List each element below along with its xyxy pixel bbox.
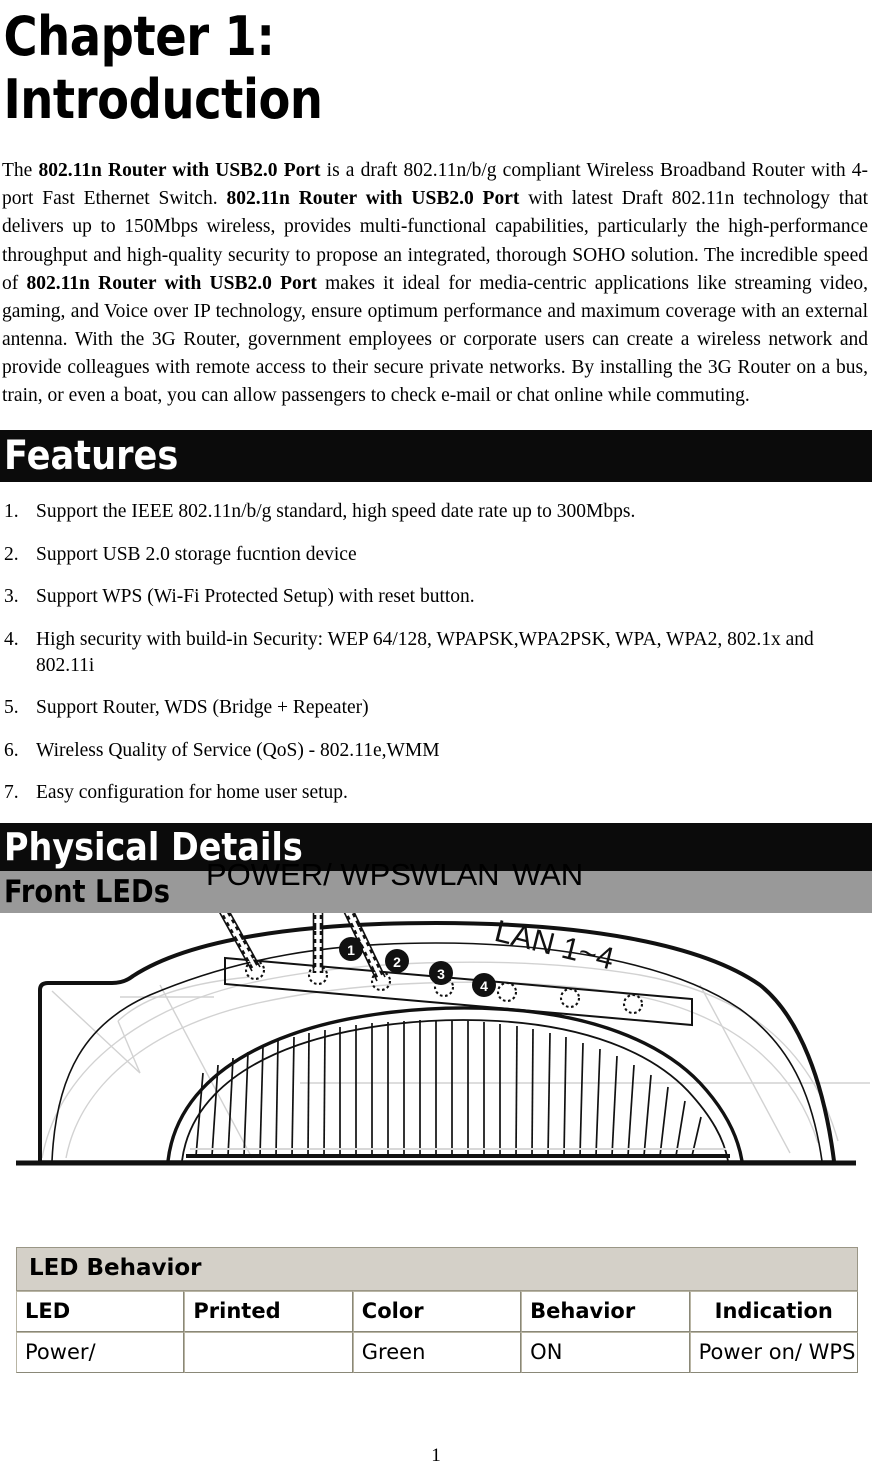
column-header-indication: Indication <box>689 1290 858 1332</box>
table-row: Power/ Green ON Power on/ WPS function a… <box>16 1331 858 1373</box>
list-item-number: 1. <box>4 501 19 523</box>
lan-badge-1: 1 <box>339 936 363 961</box>
features-list: 1. Support the IEEE 802.11n/b/g standard… <box>0 499 872 806</box>
lan-ports-label: LAN 1~4 <box>491 913 617 976</box>
list-item-number: 4. <box>4 628 19 650</box>
introduction-paragraph: The 802.11n Router with USB2.0 Port is a… <box>0 157 872 410</box>
cell-behavior: ON <box>521 1331 690 1373</box>
list-item-label: Support WPS (Wi-Fi Protected Setup) with… <box>36 586 475 608</box>
list-item: 5. Support Router, WDS (Bridge + Repeate… <box>0 695 872 721</box>
list-item-number: 5. <box>4 697 19 719</box>
leader-line-wlan <box>312 912 324 973</box>
list-item-label: High security with build-in Security: WE… <box>36 628 814 676</box>
list-item: 4. High security with build-in Security:… <box>0 627 872 679</box>
product-name-2: 802.11n Router with USB2.0 Port <box>226 188 520 210</box>
page-title: Chapter 1: Introduction <box>0 0 537 131</box>
list-item: 3. Support WPS (Wi-Fi Protected Setup) w… <box>0 584 872 610</box>
router-drawing: 1 2 3 4 LAN 1~4 <box>16 912 870 1166</box>
router-led-labels: POWER/ WPS WLAN WAN <box>0 857 872 903</box>
list-item-label: Wireless Quality of Service (QoS) - 802.… <box>36 739 440 761</box>
led-behavior-table-title: LED Behavior <box>16 1246 858 1291</box>
cell-color: Green <box>352 1331 522 1373</box>
lan-badge-4: 4 <box>472 972 496 997</box>
led-behavior-table-container: LED Behavior LED Printed Color Behavior … <box>0 1223 872 1373</box>
list-item-number: 6. <box>4 739 19 761</box>
list-item: 2. Support USB 2.0 storage fucntion devi… <box>0 542 872 568</box>
list-item-label: Easy configuration for home user setup. <box>36 782 348 804</box>
cell-printed <box>184 1331 353 1373</box>
vent-housing-outer <box>166 1005 744 1161</box>
router-front-panel-illustration: 1 2 3 4 LAN 1~4 POWER/ WPS WLAN WAN <box>0 857 872 1223</box>
list-item: 6. Wireless Quality of Service (QoS) - 8… <box>0 738 872 764</box>
wlan-label: WLAN <box>410 856 500 892</box>
title-spacer <box>0 131 872 157</box>
chapter-title-line-1: Chapter 1: <box>3 5 275 68</box>
list-item-label: Support Router, WDS (Bridge + Repeater) <box>36 697 369 719</box>
intro-text-1: The <box>2 160 39 182</box>
led-circle-lan-2 <box>496 981 518 1002</box>
features-section-heading: Features <box>0 430 872 483</box>
table-title-row: LED Behavior <box>16 1246 858 1291</box>
list-item-label: Support the IEEE 802.11n/b/g standard, h… <box>36 501 636 523</box>
list-item-number: 7. <box>4 782 19 804</box>
wan-label: WAN <box>512 856 584 892</box>
lan-badge-3-label: 3 <box>437 966 445 982</box>
list-item: 1. Support the IEEE 802.11n/b/g standard… <box>0 499 872 525</box>
power-wps-label: POWER/ WPS <box>206 856 411 892</box>
document-page: Chapter 1: Introduction The 802.11n Rout… <box>0 0 872 1479</box>
led-circle-lan-3 <box>559 987 581 1008</box>
product-name-1: 802.11n Router with USB2.0 Port <box>38 160 321 182</box>
features-heading-text: Features <box>4 433 179 480</box>
lan-badge-2: 2 <box>385 948 409 973</box>
lan-badge-1-label: 1 <box>347 942 355 958</box>
lan-badge-2-label: 2 <box>393 954 401 970</box>
construction-lines <box>41 961 870 1158</box>
column-header-led: LED <box>16 1290 185 1332</box>
cell-led: Power/ <box>16 1331 185 1373</box>
led-panel-strip <box>224 956 693 1026</box>
list-item-number: 3. <box>4 586 19 608</box>
led-circle-lan-4 <box>622 993 644 1014</box>
column-header-behavior: Behavior <box>521 1290 690 1332</box>
features-list-gap <box>0 482 872 499</box>
lan-badge-3: 3 <box>429 960 453 985</box>
list-item-number: 2. <box>4 543 19 565</box>
cell-indication: Power on/ WPS function active <box>689 1331 858 1373</box>
lan-badge-4-label: 4 <box>480 978 488 994</box>
table-header-row: LED Printed Color Behavior Indication <box>16 1290 858 1332</box>
column-header-color: Color <box>352 1290 522 1332</box>
chapter-title-line-2: Introduction <box>3 67 323 131</box>
product-name-3: 802.11n Router with USB2.0 Port <box>26 272 317 294</box>
list-item-label: Support USB 2.0 storage fucntion device <box>36 543 357 565</box>
led-behavior-table: LED Behavior LED Printed Color Behavior … <box>16 1246 858 1373</box>
column-header-printed: Printed <box>184 1290 353 1332</box>
page-number: 1 <box>431 1445 441 1466</box>
list-item: 7. Easy configuration for home user setu… <box>0 780 872 806</box>
